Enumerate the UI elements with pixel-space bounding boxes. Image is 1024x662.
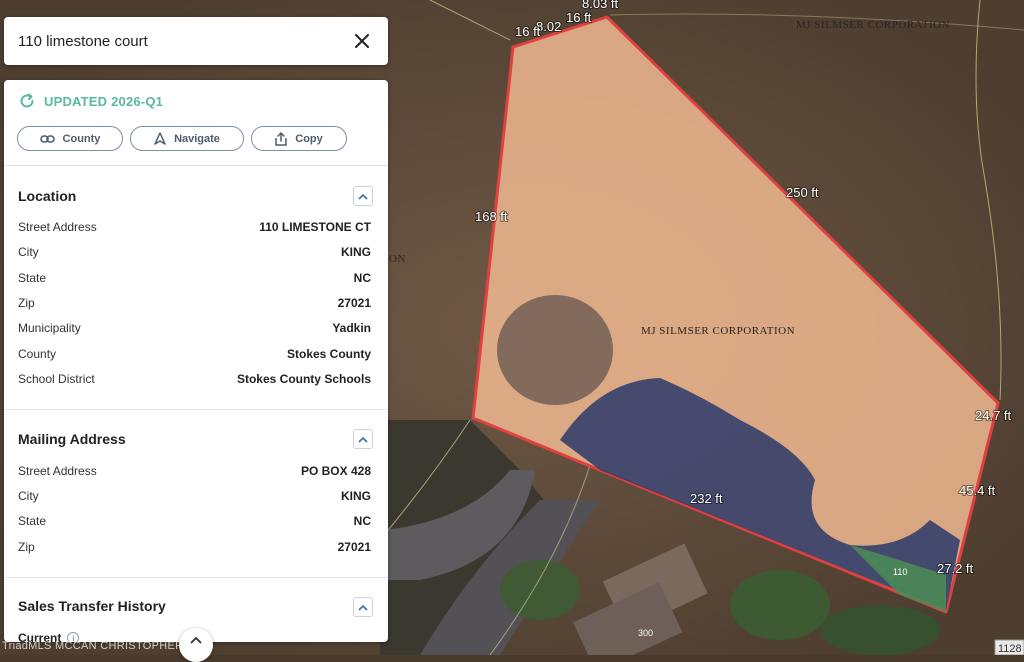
- action-bar: County Navigate Copy: [17, 126, 347, 151]
- row-label: Street Address: [18, 220, 97, 234]
- row-value: Yadkin: [332, 321, 371, 335]
- row-label: Zip: [18, 296, 35, 310]
- link-icon: [39, 134, 55, 143]
- dimension-label: 16 ft: [566, 10, 592, 25]
- green-patch: [730, 570, 830, 640]
- dimension-label: 45.4 ft: [959, 483, 996, 498]
- chevron-up-icon: [358, 604, 368, 611]
- sales-collapse-button[interactable]: [353, 597, 373, 617]
- row-label: School District: [18, 372, 95, 386]
- divider: [4, 577, 388, 578]
- row-value: PO BOX 428: [300, 464, 371, 478]
- location-row: Street Address 110 LIMESTONE CT: [18, 220, 371, 234]
- location-row: City KING: [18, 245, 371, 259]
- location-row: School District Stokes County Schools: [18, 372, 371, 386]
- row-label: State: [18, 514, 47, 528]
- row-value: 110 LIMESTONE CT: [259, 220, 371, 234]
- updated-label: UPDATED 2026-Q1: [44, 93, 164, 109]
- navigate-icon: [154, 132, 166, 145]
- dimension-label: 168 ft: [475, 209, 508, 224]
- location-title: Location: [18, 188, 77, 204]
- location-row: Municipality Yadkin: [18, 321, 371, 335]
- road-number: 1128: [998, 643, 1022, 655]
- chevron-up-icon: [190, 636, 202, 644]
- close-icon: [355, 34, 369, 48]
- search-input[interactable]: 110 limestone court: [18, 33, 350, 50]
- parcel-number: 300: [638, 628, 653, 638]
- dimension-label: 250 ft: [786, 185, 819, 200]
- row-value: NC: [353, 271, 371, 285]
- sales-title: Sales Transfer History: [18, 598, 166, 614]
- row-value: Stokes County: [286, 347, 371, 361]
- mailing-row: State NC: [18, 514, 371, 528]
- divider: [4, 165, 388, 166]
- divider: [4, 409, 388, 410]
- dimension-label: 27.2 ft: [937, 561, 974, 576]
- mailing-collapse-button[interactable]: [353, 429, 373, 449]
- owner-label: MJ SILMSER CORPORATION: [641, 325, 795, 337]
- edge-label: ON: [389, 253, 406, 265]
- mailing-row: Zip 27021: [18, 540, 371, 554]
- mailing-title: Mailing Address: [18, 431, 126, 447]
- row-value: KING: [341, 245, 371, 259]
- navigate-button[interactable]: Navigate: [130, 126, 244, 151]
- green-patch: [500, 560, 580, 620]
- share-icon: [275, 131, 287, 146]
- row-label: City: [18, 489, 39, 503]
- row-value: 27021: [337, 296, 371, 310]
- search-box[interactable]: 110 limestone court: [4, 17, 388, 65]
- dimension-label: 24.7 ft: [975, 408, 1012, 423]
- refresh-icon: [20, 93, 34, 108]
- row-label: Zip: [18, 540, 35, 554]
- dirt-mound: [497, 295, 613, 405]
- copy-button[interactable]: Copy: [251, 126, 347, 151]
- location-row: County Stokes County: [18, 347, 371, 361]
- row-value: NC: [353, 514, 371, 528]
- watermark: TriadMLS MCCAN CHRISTOPHER: [2, 640, 184, 652]
- navigate-button-label: Navigate: [174, 132, 220, 145]
- county-button-label: County: [62, 132, 101, 145]
- row-value: 27021: [337, 540, 371, 554]
- county-button[interactable]: County: [17, 126, 123, 151]
- row-value: Stokes County Schools: [236, 372, 371, 386]
- row-label: Municipality: [18, 321, 81, 335]
- chevron-up-icon: [358, 193, 368, 200]
- location-row: State NC: [18, 271, 371, 285]
- dimension-label: 16 ft: [515, 24, 541, 39]
- owner-label: MJ SILMSER CORPORATION: [796, 19, 950, 31]
- copy-button-label: Copy: [295, 132, 323, 145]
- parcel-number: 110: [893, 567, 907, 577]
- updated-status: UPDATED 2026-Q1: [18, 92, 163, 110]
- chevron-up-icon: [358, 436, 368, 443]
- location-collapse-button[interactable]: [353, 186, 373, 206]
- green-patch: [820, 605, 940, 655]
- row-label: County: [18, 347, 57, 361]
- row-label: City: [18, 245, 39, 259]
- dimension-label: 232 ft: [690, 491, 723, 506]
- row-label: State: [18, 271, 47, 285]
- row-label: Street Address: [18, 464, 97, 478]
- mailing-row: Street Address PO BOX 428: [18, 464, 371, 478]
- mailing-row: City KING: [18, 489, 371, 503]
- close-button[interactable]: [350, 29, 374, 53]
- row-value: KING: [341, 489, 371, 503]
- property-panel: UPDATED 2026-Q1 County Navigate Copy Loc…: [4, 80, 388, 642]
- expand-panel-button[interactable]: [179, 628, 213, 662]
- location-row: Zip 27021: [18, 296, 371, 310]
